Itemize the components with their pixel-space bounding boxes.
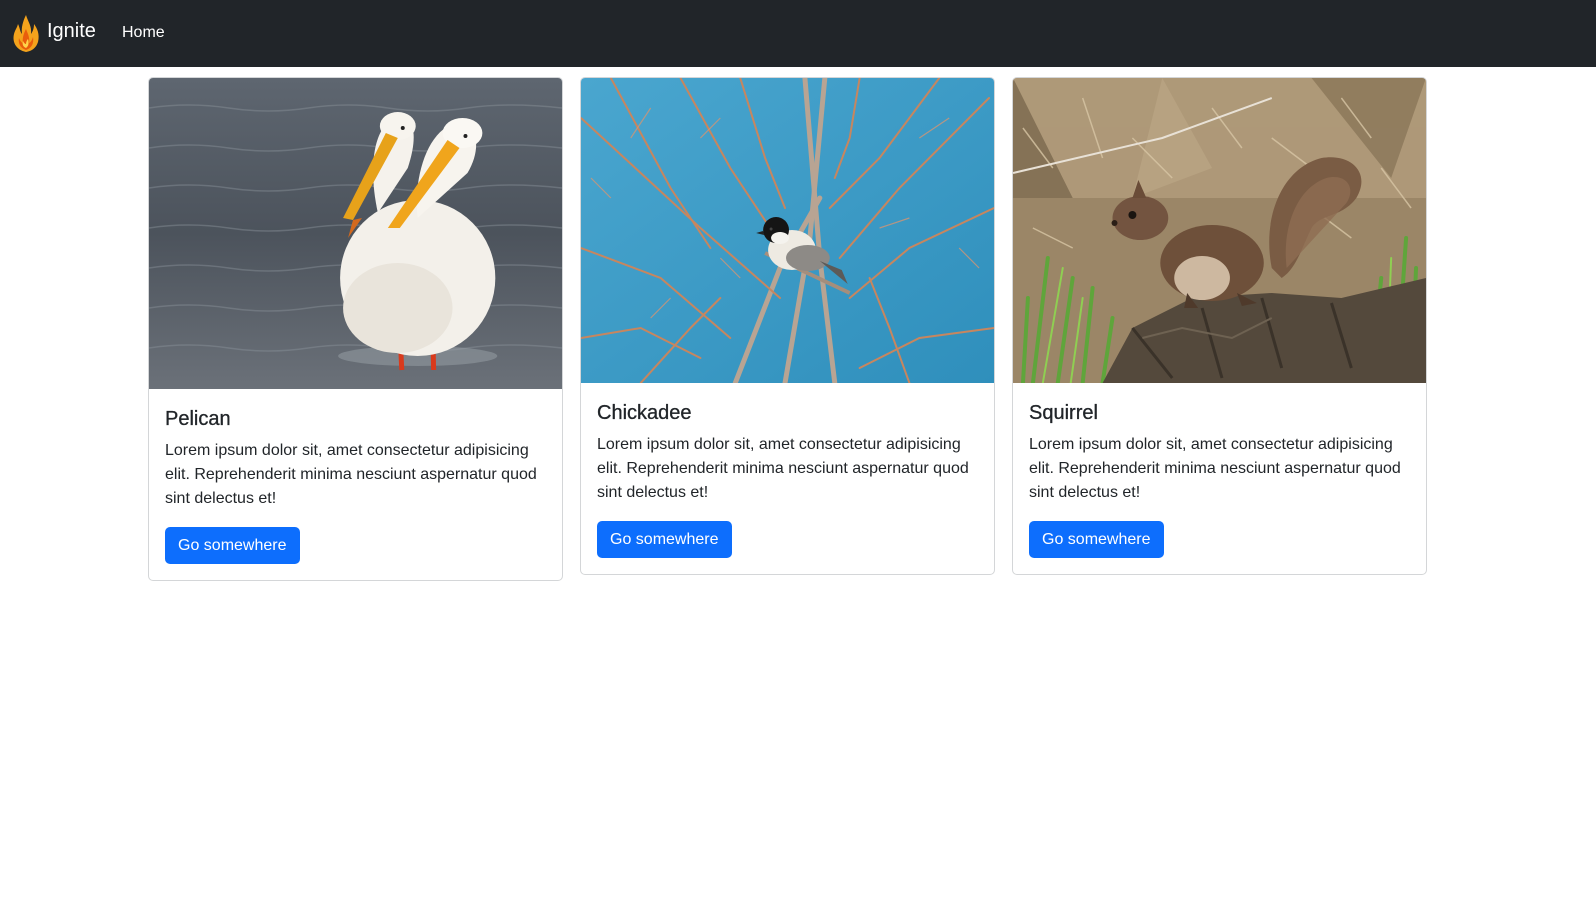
card-image-pelican <box>149 78 562 389</box>
card-title: Pelican <box>165 408 231 430</box>
card-body: Pelican Lorem ipsum dolor sit, amet cons… <box>149 389 562 580</box>
nav-link-home[interactable]: Home <box>122 24 165 42</box>
card-pelican: Pelican Lorem ipsum dolor sit, amet cons… <box>148 77 563 581</box>
brand-link[interactable]: Ignite <box>10 12 96 54</box>
card-body: Chickadee Lorem ipsum dolor sit, amet co… <box>581 383 994 574</box>
navbar: Ignite Home <box>0 0 1596 67</box>
card-title: Chickadee <box>597 402 692 424</box>
card-body: Squirrel Lorem ipsum dolor sit, amet con… <box>1013 383 1426 574</box>
card-text: Lorem ipsum dolor sit, amet consectetur … <box>1029 436 1401 501</box>
go-somewhere-button[interactable]: Go somewhere <box>165 527 300 564</box>
card-image-squirrel <box>1013 78 1426 383</box>
card-squirrel: Squirrel Lorem ipsum dolor sit, amet con… <box>1012 77 1427 575</box>
card-text: Lorem ipsum dolor sit, amet consectetur … <box>165 442 537 507</box>
card-text: Lorem ipsum dolor sit, amet consectetur … <box>597 436 969 501</box>
flame-logo-icon <box>13 15 39 52</box>
card-image-chickadee <box>581 78 994 383</box>
card-title: Squirrel <box>1029 402 1098 424</box>
card-chickadee: Chickadee Lorem ipsum dolor sit, amet co… <box>580 77 995 575</box>
go-somewhere-button[interactable]: Go somewhere <box>1029 521 1164 558</box>
go-somewhere-button[interactable]: Go somewhere <box>597 521 732 558</box>
brand-name: Ignite <box>47 19 96 42</box>
